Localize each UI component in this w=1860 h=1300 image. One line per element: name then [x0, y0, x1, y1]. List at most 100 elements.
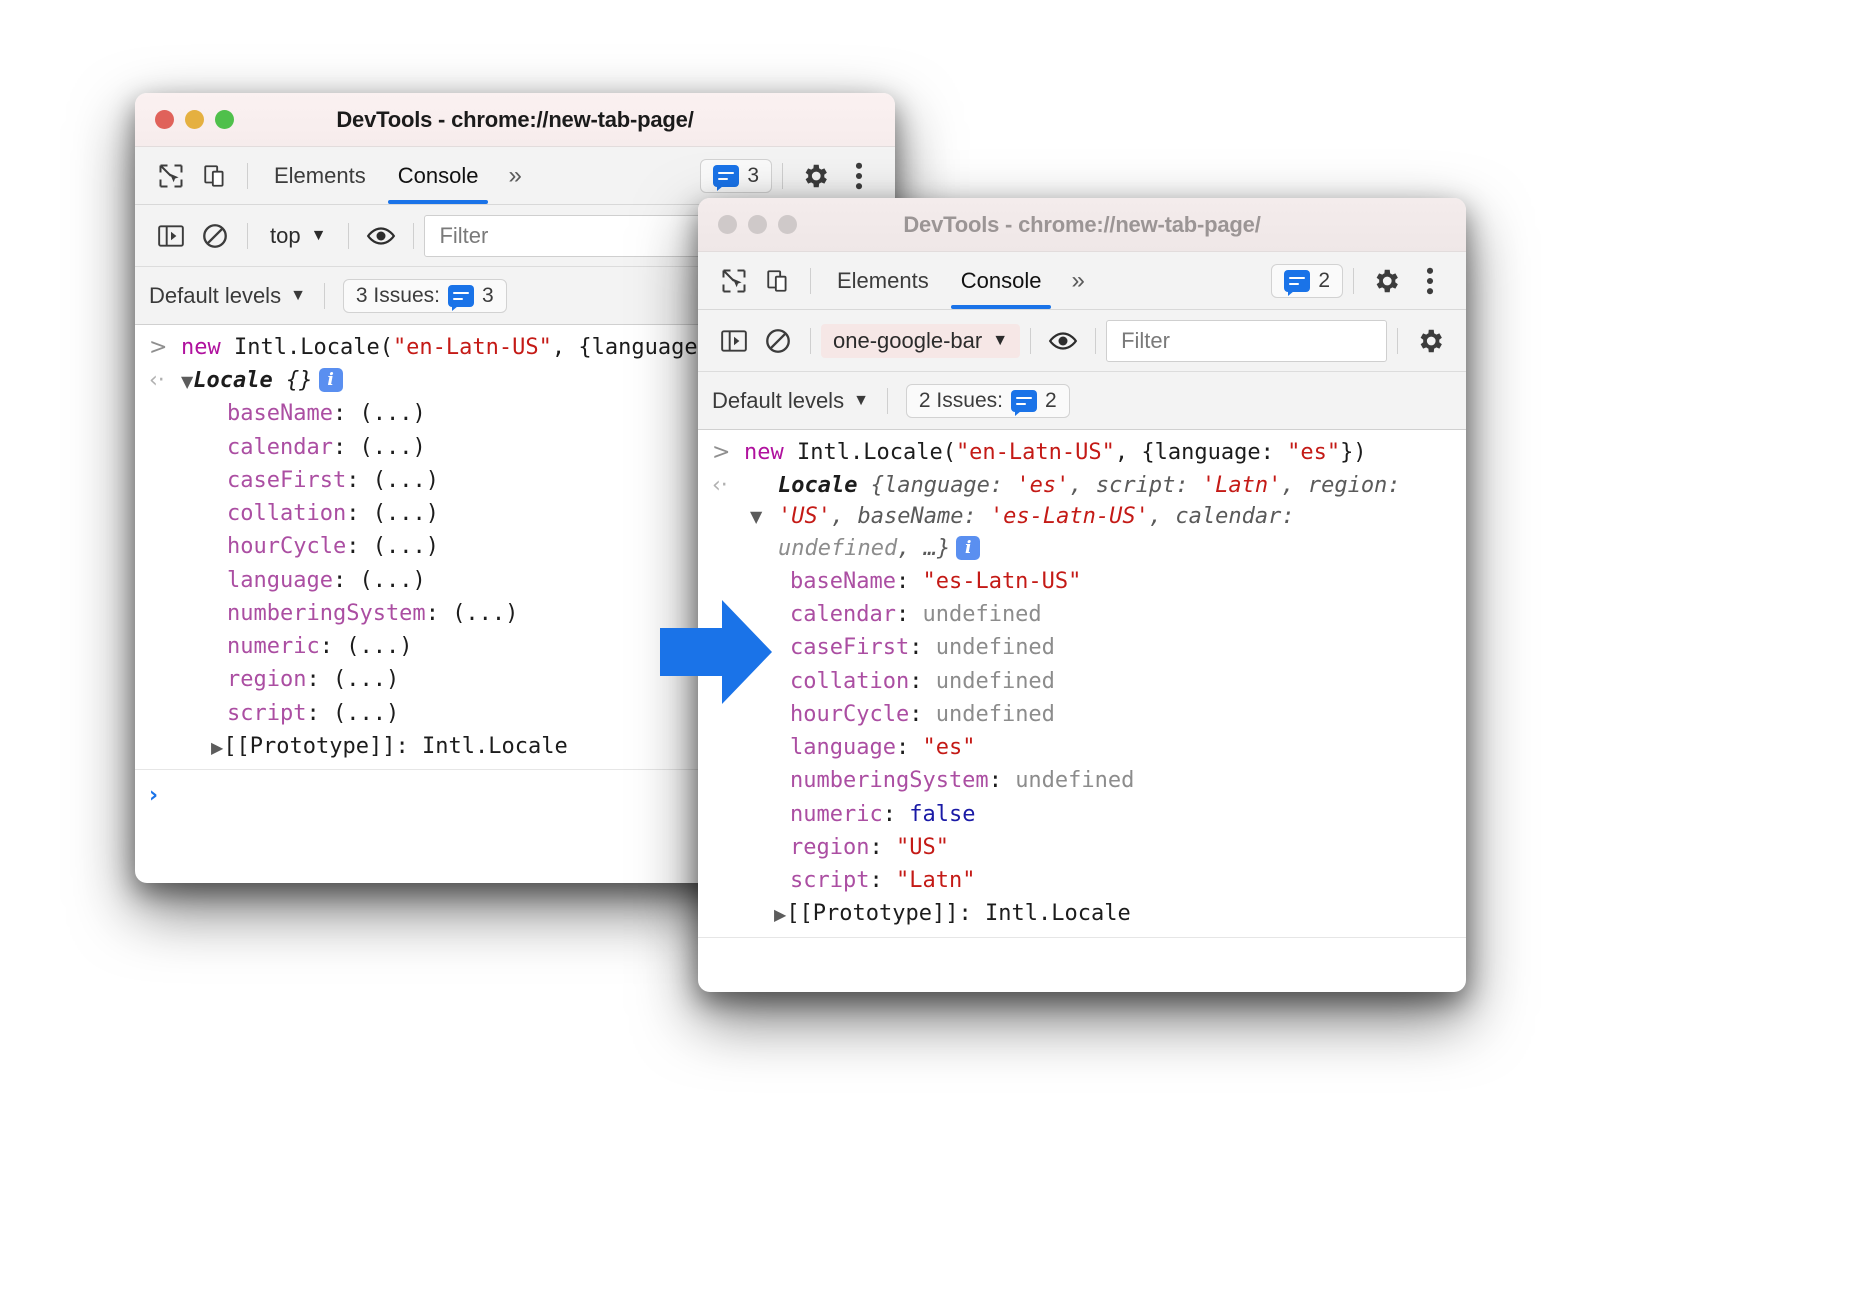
console-result-row-front[interactable]: ‹· Locale {language: 'es', script: 'Latn…	[698, 469, 1466, 565]
live-expression-icon[interactable]	[1041, 319, 1085, 363]
summary-val-language: 'es'	[1016, 473, 1069, 498]
window-title-back: DevTools - chrome://new-tab-page/	[135, 107, 895, 133]
object-property: calendar: (...)	[181, 432, 426, 463]
disclosure-triangle-closed-icon[interactable]	[774, 898, 786, 929]
log-levels-selector-front[interactable]: Default levels ▼	[712, 388, 869, 414]
property-value: "es"	[922, 735, 975, 760]
kebab-menu-icon[interactable]	[1408, 259, 1452, 303]
tab-console[interactable]: Console	[382, 147, 495, 204]
filter-input-front[interactable]: Filter	[1106, 320, 1387, 362]
summary-val-basename: 'es-Latn-US'	[990, 504, 1149, 529]
issues-counter-front[interactable]: 2	[1271, 264, 1343, 298]
log-levels-selector-back[interactable]: Default levels ▼	[149, 283, 306, 309]
gear-icon[interactable]	[1408, 319, 1452, 363]
object-property: numberingSystem: (...)	[181, 598, 518, 629]
property-separator: :	[306, 701, 333, 726]
disclosure-triangle-open-icon[interactable]	[181, 365, 193, 396]
inspect-cursor-icon[interactable]	[712, 259, 756, 303]
property-separator: :	[989, 768, 1016, 793]
levels-label: Default levels	[712, 388, 844, 414]
console-output-front[interactable]: > new Intl.Locale("en-Latn-US", {languag…	[698, 430, 1466, 958]
gear-icon[interactable]	[1364, 259, 1408, 303]
info-icon[interactable]: i	[319, 368, 343, 392]
more-tabs-icon[interactable]: »	[1057, 267, 1098, 295]
inspect-cursor-icon[interactable]	[149, 154, 193, 198]
issues-count: 2	[1318, 269, 1330, 293]
prompt-chevron-icon: ›	[149, 780, 181, 811]
devtools-tabs-bar-back: Elements Console » 3	[135, 147, 895, 205]
context-label: one-google-bar	[833, 328, 982, 354]
object-property-row[interactable]: numeric: false	[698, 798, 1466, 831]
summary-seg-1: {language:	[871, 473, 1017, 498]
issue-bubble-icon	[448, 285, 474, 307]
prototype-entry-back[interactable]: [[Prototype]]: Intl.Locale	[181, 731, 568, 762]
object-property-row[interactable]: numberingSystem: undefined	[698, 764, 1466, 797]
issues-summary-front[interactable]: 2 Issues: 2	[906, 384, 1070, 418]
device-toolbar-icon[interactable]	[756, 259, 800, 303]
object-property-row[interactable]: caseFirst: undefined	[698, 631, 1466, 664]
tab-console[interactable]: Console	[945, 252, 1058, 309]
execution-context-selector-back[interactable]: top ▼	[258, 219, 338, 253]
execution-context-selector-front[interactable]: one-google-bar ▼	[821, 324, 1020, 358]
prototype-entry-front[interactable]: [[Prototype]]: Intl.Locale	[744, 898, 1131, 929]
property-key: collation	[790, 669, 909, 694]
object-braces: {}	[286, 368, 313, 393]
object-property-row[interactable]: baseName: "es-Latn-US"	[698, 565, 1466, 598]
object-property: numeric: (...)	[181, 631, 412, 662]
js-mid: , {language:	[1115, 440, 1287, 465]
gear-icon[interactable]	[793, 154, 837, 198]
object-property: caseFirst: (...)	[181, 465, 439, 496]
console-input-row-front[interactable]: > new Intl.Locale("en-Latn-US", {languag…	[698, 436, 1466, 469]
result-header-back[interactable]: Locale {}i	[181, 365, 343, 396]
object-property-row[interactable]: language: "es"	[698, 731, 1466, 764]
object-property-row[interactable]: hourCycle: undefined	[698, 698, 1466, 731]
disclosure-triangle-closed-icon[interactable]	[211, 731, 223, 762]
issues-count: 3	[747, 164, 759, 188]
object-property: hourCycle: (...)	[181, 531, 439, 562]
toolbar-divider	[1397, 328, 1398, 354]
toolbar-divider	[887, 388, 888, 414]
object-property-row[interactable]: calendar: undefined	[698, 598, 1466, 631]
tab-elements[interactable]: Elements	[821, 252, 945, 309]
property-key: region	[790, 835, 869, 860]
js-string: "en-Latn-US"	[393, 335, 552, 360]
object-property: region: "US"	[744, 832, 949, 863]
kebab-menu-icon[interactable]	[837, 154, 881, 198]
clear-console-icon[interactable]	[193, 214, 237, 258]
object-property-row[interactable]: region: "US"	[698, 831, 1466, 864]
console-prompt-row-front[interactable]: ›	[698, 937, 1466, 958]
titlebar-front[interactable]: DevTools - chrome://new-tab-page/	[698, 198, 1466, 252]
clear-console-icon[interactable]	[756, 319, 800, 363]
property-value: undefined	[1015, 768, 1134, 793]
device-toolbar-icon[interactable]	[193, 154, 237, 198]
issues-summary-back[interactable]: 3 Issues: 3	[343, 279, 507, 313]
devtools-window-front[interactable]: DevTools - chrome://new-tab-page/ Elemen…	[698, 198, 1466, 992]
console-sidebar-icon[interactable]	[149, 214, 193, 258]
property-separator: :	[896, 602, 923, 627]
info-icon[interactable]: i	[956, 536, 980, 560]
summary-val-script: 'Latn'	[1202, 473, 1281, 498]
object-property-row[interactable]: script: "Latn"	[698, 864, 1466, 897]
property-value: (...)	[359, 568, 425, 593]
screenshot-stage: DevTools - chrome://new-tab-page/ Elemen…	[0, 0, 1860, 1300]
issues-counter-back[interactable]: 3	[700, 159, 772, 193]
toolbar-divider	[247, 223, 248, 249]
property-value: (...)	[373, 534, 439, 559]
disclosure-triangle-open-icon[interactable]	[750, 500, 762, 531]
console-sidebar-icon[interactable]	[712, 319, 756, 363]
property-separator: :	[909, 669, 936, 694]
object-property: numeric: false	[744, 799, 975, 830]
more-tabs-icon[interactable]: »	[494, 162, 535, 190]
toolbar-divider	[810, 268, 811, 294]
property-value: (...)	[373, 468, 439, 493]
property-key: numberingSystem	[227, 601, 426, 626]
live-expression-icon[interactable]	[359, 214, 403, 258]
context-label: top	[270, 223, 301, 249]
property-key: language	[790, 735, 896, 760]
object-property: script: (...)	[181, 698, 399, 729]
object-property-row[interactable]: collation: undefined	[698, 665, 1466, 698]
result-summary-front[interactable]: Locale {language: 'es', script: 'Latn', …	[744, 470, 1404, 564]
titlebar-back[interactable]: DevTools - chrome://new-tab-page/	[135, 93, 895, 147]
tab-elements[interactable]: Elements	[258, 147, 382, 204]
prototype-row-front[interactable]: [[Prototype]]: Intl.Locale	[698, 897, 1466, 930]
